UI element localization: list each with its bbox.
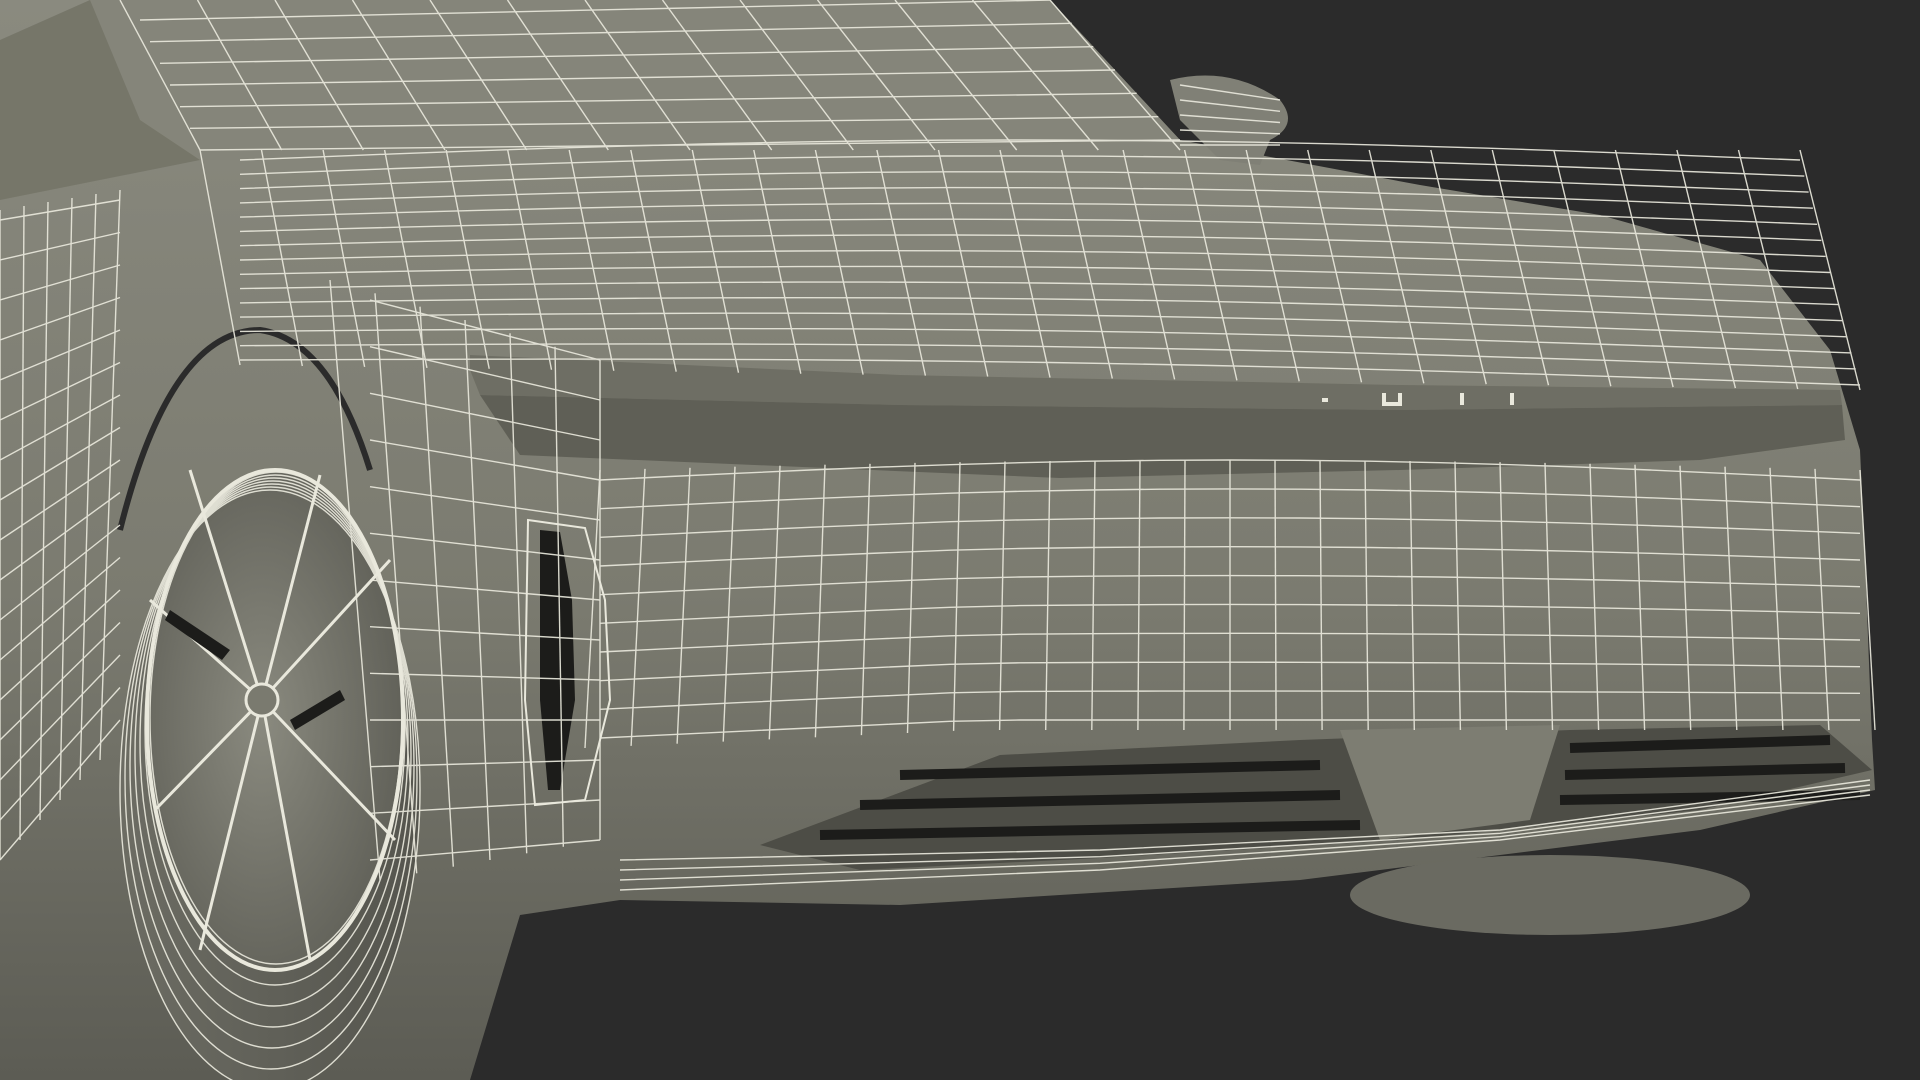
wireframe-render (0, 0, 1920, 1080)
right-front-tire-shadow (1350, 855, 1750, 935)
